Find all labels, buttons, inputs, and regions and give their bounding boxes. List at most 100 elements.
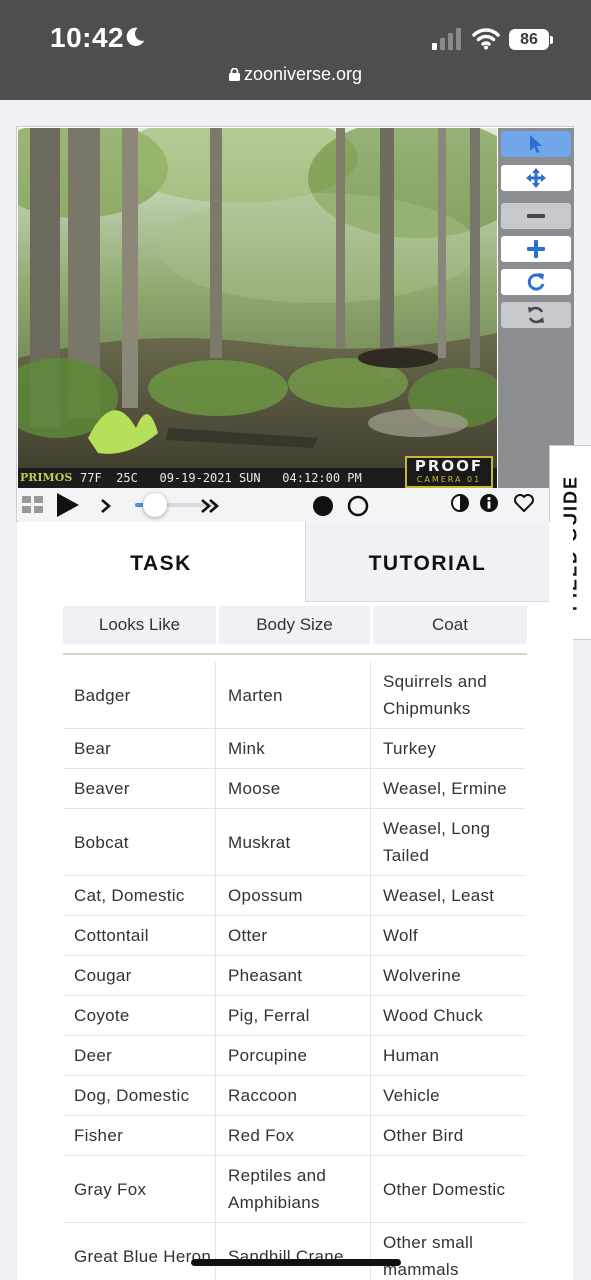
species-row: Cottontail Otter Wolf xyxy=(63,916,525,956)
species-choice[interactable]: Pig, Ferral xyxy=(217,996,371,1035)
filter-coat[interactable]: Coat xyxy=(373,606,527,644)
species-choice[interactable]: Cottontail xyxy=(63,916,216,955)
camera-logo: PROOF CAMERA 01 xyxy=(405,456,493,488)
frame-dot-filled[interactable] xyxy=(311,494,335,518)
reset-button[interactable] xyxy=(501,302,571,328)
species-choice[interactable]: Squirrels and Chipmunks xyxy=(372,662,525,728)
species-choice[interactable]: Moose xyxy=(217,769,371,808)
species-choice[interactable]: Other Bird xyxy=(372,1116,525,1155)
zoom-out-button[interactable] xyxy=(501,203,571,229)
species-choice[interactable]: Bear xyxy=(63,729,216,768)
species-choice[interactable]: Porcupine xyxy=(217,1036,371,1075)
heart-icon xyxy=(514,494,534,512)
info-icon xyxy=(480,494,498,512)
species-choice[interactable]: Red Fox xyxy=(217,1116,371,1155)
species-row: Badger Marten Squirrels and Chipmunks xyxy=(63,662,525,729)
species-choice[interactable]: Wood Chuck xyxy=(372,996,525,1035)
species-row: Cougar Pheasant Wolverine xyxy=(63,956,525,996)
species-choice[interactable]: Turkey xyxy=(372,729,525,768)
species-row: Bobcat Muskrat Weasel, Long Tailed xyxy=(63,809,525,876)
slider-thumb[interactable] xyxy=(142,493,167,517)
species-choice[interactable]: Weasel, Least xyxy=(372,876,525,915)
species-row: Great Blue Heron Sandhill Crane Other smal… xyxy=(63,1223,525,1280)
species-row: Deer Porcupine Human xyxy=(63,1036,525,1076)
play-icon xyxy=(57,493,79,517)
species-choice[interactable]: Otter xyxy=(217,916,371,955)
species-choice[interactable]: Marten xyxy=(217,662,371,728)
empty-circle-icon xyxy=(347,495,369,517)
species-choice[interactable]: Other Domestic xyxy=(372,1156,525,1222)
chevron-right-icon xyxy=(101,499,111,513)
move-arrows-icon xyxy=(526,168,546,188)
species-choice[interactable]: Pheasant xyxy=(217,956,371,995)
favorite-button[interactable] xyxy=(512,491,536,515)
invert-button[interactable] xyxy=(450,492,470,514)
url-text: zooniverse.org xyxy=(243,64,363,84)
playback-controls xyxy=(18,488,573,522)
camera-brand: PRIMOS xyxy=(20,471,73,484)
species-choice[interactable]: Raccoon xyxy=(217,1076,371,1115)
species-choice[interactable]: Wolf xyxy=(372,916,525,955)
cellular-signal-icon xyxy=(432,28,461,50)
species-choice[interactable]: Vehicle xyxy=(372,1076,525,1115)
frame-dot-empty[interactable] xyxy=(346,494,370,518)
species-choice[interactable]: Badger xyxy=(63,662,216,728)
zoom-in-button[interactable] xyxy=(501,236,571,262)
filters-divider xyxy=(63,653,527,655)
frames-grid-button[interactable] xyxy=(20,493,46,517)
status-time: 10:42 xyxy=(50,22,125,53)
step-forward-button[interactable] xyxy=(98,496,114,516)
species-row: Gray Fox Reptiles and Amphibians Other Dom… xyxy=(63,1156,525,1223)
species-choice[interactable]: Coyote xyxy=(63,996,216,1035)
species-row: Fisher Red Fox Other Bird xyxy=(63,1116,525,1156)
tab-task[interactable]: TASK xyxy=(17,522,305,602)
url-bar[interactable]: zooniverse.org xyxy=(0,64,591,90)
pan-tool-button[interactable] xyxy=(501,165,571,191)
species-choice[interactable]: Gray Fox xyxy=(63,1156,216,1222)
metadata-button[interactable] xyxy=(479,492,499,514)
forest-scene xyxy=(18,128,497,488)
species-choice[interactable]: Reptiles and Amphibians xyxy=(217,1156,371,1222)
species-choice[interactable]: Sandhill Crane xyxy=(217,1223,371,1280)
battery-indicator: 86 xyxy=(509,29,553,50)
rotate-button[interactable] xyxy=(501,269,571,295)
filter-body-size[interactable]: Body Size xyxy=(219,606,370,644)
play-button[interactable] xyxy=(52,491,82,519)
camera-trap-image[interactable]: PRIMOS 77F 25C 09-19-2021 SUN 04:12:00 P… xyxy=(18,128,497,488)
tab-tutorial[interactable]: TUTORIAL xyxy=(305,522,549,602)
species-choice[interactable]: Beaver xyxy=(63,769,216,808)
species-row: Dog, Domestic Raccoon Vehicle xyxy=(63,1076,525,1116)
subject-viewer: PRIMOS 77F 25C 09-19-2021 SUN 04:12:00 P… xyxy=(16,126,574,522)
fast-forward-button[interactable] xyxy=(198,496,222,516)
home-indicator xyxy=(191,1259,401,1266)
minus-icon xyxy=(527,214,545,218)
filter-bar: Looks Like Body Size Coat xyxy=(63,606,527,644)
species-row: Coyote Pig, Ferral Wood Chuck xyxy=(63,996,525,1036)
species-choice[interactable]: Great Blue Heron xyxy=(63,1223,216,1280)
species-choice[interactable]: Weasel, Ermine xyxy=(372,769,525,808)
double-chevron-right-icon xyxy=(201,499,219,513)
species-choice[interactable]: Dog, Domestic xyxy=(63,1076,216,1115)
species-choice[interactable]: Muskrat xyxy=(217,809,371,875)
filled-circle-icon xyxy=(313,496,333,516)
species-choice[interactable]: Mink xyxy=(217,729,371,768)
species-choice[interactable]: Human xyxy=(372,1036,525,1075)
status-bar: 10:42 86 zooniverse.org xyxy=(0,0,591,100)
species-choice[interactable]: Wolverine xyxy=(372,956,525,995)
camera-logo-main: PROOF xyxy=(414,457,484,475)
species-choice[interactable]: Bobcat xyxy=(63,809,216,875)
select-tool-button[interactable] xyxy=(501,131,571,157)
species-choice[interactable]: Deer xyxy=(63,1036,216,1075)
species-choice[interactable]: Opossum xyxy=(217,876,371,915)
species-choice[interactable]: Fisher xyxy=(63,1116,216,1155)
species-choice[interactable]: Cougar xyxy=(63,956,216,995)
species-row: Beaver Moose Weasel, Ermine xyxy=(63,769,525,809)
rotate-icon xyxy=(527,273,545,291)
filter-looks-like[interactable]: Looks Like xyxy=(63,606,216,644)
camera-logo-sub: CAMERA 01 xyxy=(416,475,482,484)
species-choice[interactable]: Other small mammals xyxy=(372,1223,525,1280)
species-choice[interactable]: Weasel, Long Tailed xyxy=(372,809,525,875)
species-choice[interactable]: Cat, Domestic xyxy=(63,876,216,915)
wifi-icon xyxy=(472,28,500,50)
refresh-icon xyxy=(528,306,544,324)
